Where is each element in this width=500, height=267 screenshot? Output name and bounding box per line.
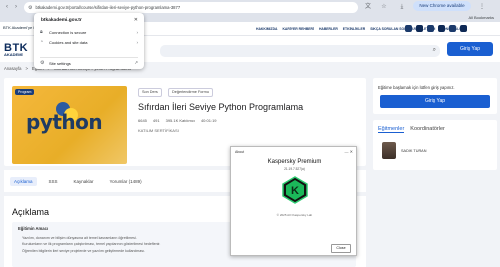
nav-item[interactable]: HAKKIMIZDA [256,27,277,31]
list-item: Öğrenilen bilgilerin ileri seviye projel… [22,248,146,253]
dislikes-count: 491 [152,118,160,123]
divider [40,57,138,58]
breadcrumb-sep: > [25,66,28,71]
row-label: Cookies and site data [49,39,88,45]
evaluation-form-chip[interactable]: Değerlendirme Formu [168,88,213,97]
chevron-right-icon: › [136,39,139,45]
goal-list: Yazılım, donanım ve bilişim dünyasına ai… [22,236,160,255]
facebook-icon[interactable] [405,25,412,32]
site-info-icon[interactable]: ⚙ [28,5,32,11]
sidebar-login-button[interactable]: Giriş Yap [380,95,490,108]
close-button[interactable]: Close [331,244,351,253]
duration: 40:01:19 [200,118,217,123]
download-icon[interactable]: ⤓ [398,3,406,11]
login-prompt-text: Eğitime başlamak için lütfen giriş yapın… [378,85,455,90]
row-label: Site settings [49,60,71,66]
login-button[interactable]: Giriş Yap [447,42,493,56]
connection-secure-row[interactable]: 🔒︎ Connection is secure › [40,28,138,36]
product-title: Kaspersky Premium [267,159,322,165]
instagram-icon[interactable] [416,25,423,32]
bookmark-star-icon[interactable]: ☆ [380,3,388,11]
close-icon[interactable]: ✕ [134,17,138,23]
description-heading: Açıklama [12,207,50,217]
cookie-icon: ◔ [40,39,44,45]
certificate-label: KATILIM SERTİFİKASI [138,128,179,133]
goal-title: Eğitimin Amacı [18,226,49,231]
python-wordmark: python [26,110,103,134]
url-text: btkakademi.gov.tr/portal/course/sifirdan… [35,5,181,10]
cookies-row[interactable]: ◔ Cookies and site data › [40,38,138,46]
nav-item[interactable]: KARİYER REHBERİ [282,27,313,31]
back-icon[interactable]: ‹ [3,3,11,11]
tab-coordinators[interactable]: Koordinatörler [410,126,445,133]
new-chrome-button[interactable]: New Chrome available [413,1,471,11]
address-bar[interactable]: ⚙ btkakademi.gov.tr/portal/course/sifird… [24,2,358,13]
translate-icon[interactable]: 文 [364,3,372,11]
instructors-card: Eğitmenler Koordinatörler SADIK TURAN [373,120,497,170]
site-settings-row[interactable]: ⚙ Site settings ↗ [40,59,138,67]
instructor-name[interactable]: SADIK TURAN [401,149,426,153]
search-icon[interactable]: ⌕ [433,47,436,54]
theme-icon[interactable] [460,25,467,32]
svg-text:K: K [291,185,299,197]
program-badge: Program [15,89,35,95]
twitter-icon[interactable] [427,25,434,32]
kaspersky-about-dialog: About — ✕ Kaspersky Premium 21.19.7.527(… [230,146,357,256]
nav-item[interactable]: HABERLER [319,27,338,31]
avatar [382,142,396,159]
site-info-popup: btkakademi.gov.tr ✕ 🔒︎ Connection is sec… [34,13,144,69]
search-input[interactable]: ⌕ [160,45,440,57]
breadcrumb-home[interactable]: Anasayfa [4,66,21,71]
tab-aciklama[interactable]: Açıklama [10,176,37,186]
participants-count: 395.1K Katılımcı [165,118,195,123]
kaspersky-logo-icon: K [282,176,308,204]
tab-sss[interactable]: SSS [45,177,62,186]
likes-count: 6645 [138,118,147,123]
youtube-icon[interactable] [449,25,456,32]
instructor-tabs: Eğitmenler Koordinatörler [378,126,445,133]
lock-icon: 🔒︎ [40,29,43,35]
copyright: © 2025 AO Kaspersky Lab [276,213,313,217]
social-links [405,25,467,32]
last-lesson-chip[interactable]: Son Ders [138,88,162,97]
tab-yorumlar[interactable]: Yorumlar (1489) [106,177,146,186]
row-label: Connection is secure [49,29,87,35]
window-controls[interactable]: — ✕ [345,149,353,154]
logo-sub: AKADEMİ [4,52,23,57]
course-title: Sıfırdan İleri Seviye Python Programlama [138,102,304,112]
product-version: 21.19.7.527(a) [284,167,305,171]
course-thumbnail: Program python [12,86,127,164]
list-item: Yazılım, donanım ve bilişim dünyasına ai… [22,236,137,240]
linkedin-icon[interactable] [438,25,445,32]
tab-instructors[interactable]: Eğitmenler [378,126,405,133]
all-bookmarks[interactable]: All Bookmarks [468,15,494,20]
list-item: Kurulumların ve ilk programların çalıştı… [22,242,161,247]
dialog-header: About [235,150,245,154]
login-prompt-card: Eğitime başlamak için lütfen giriş yapın… [373,78,497,114]
course-stats: 6645 491 395.1K Katılımcı 40:01:19 [138,118,217,123]
external-link-icon: ↗ [134,60,138,65]
tab-kaynaklar[interactable]: Kaynaklar [70,177,98,186]
popup-domain: btkakademi.gov.tr [41,18,82,23]
chevron-right-icon: › [136,29,139,35]
nav-item[interactable]: ETKİNLİKLER [343,27,365,31]
forward-icon[interactable]: › [12,3,20,11]
settings-icon: ⚙ [40,60,45,66]
menu-icon[interactable]: ⋮ [478,3,486,11]
